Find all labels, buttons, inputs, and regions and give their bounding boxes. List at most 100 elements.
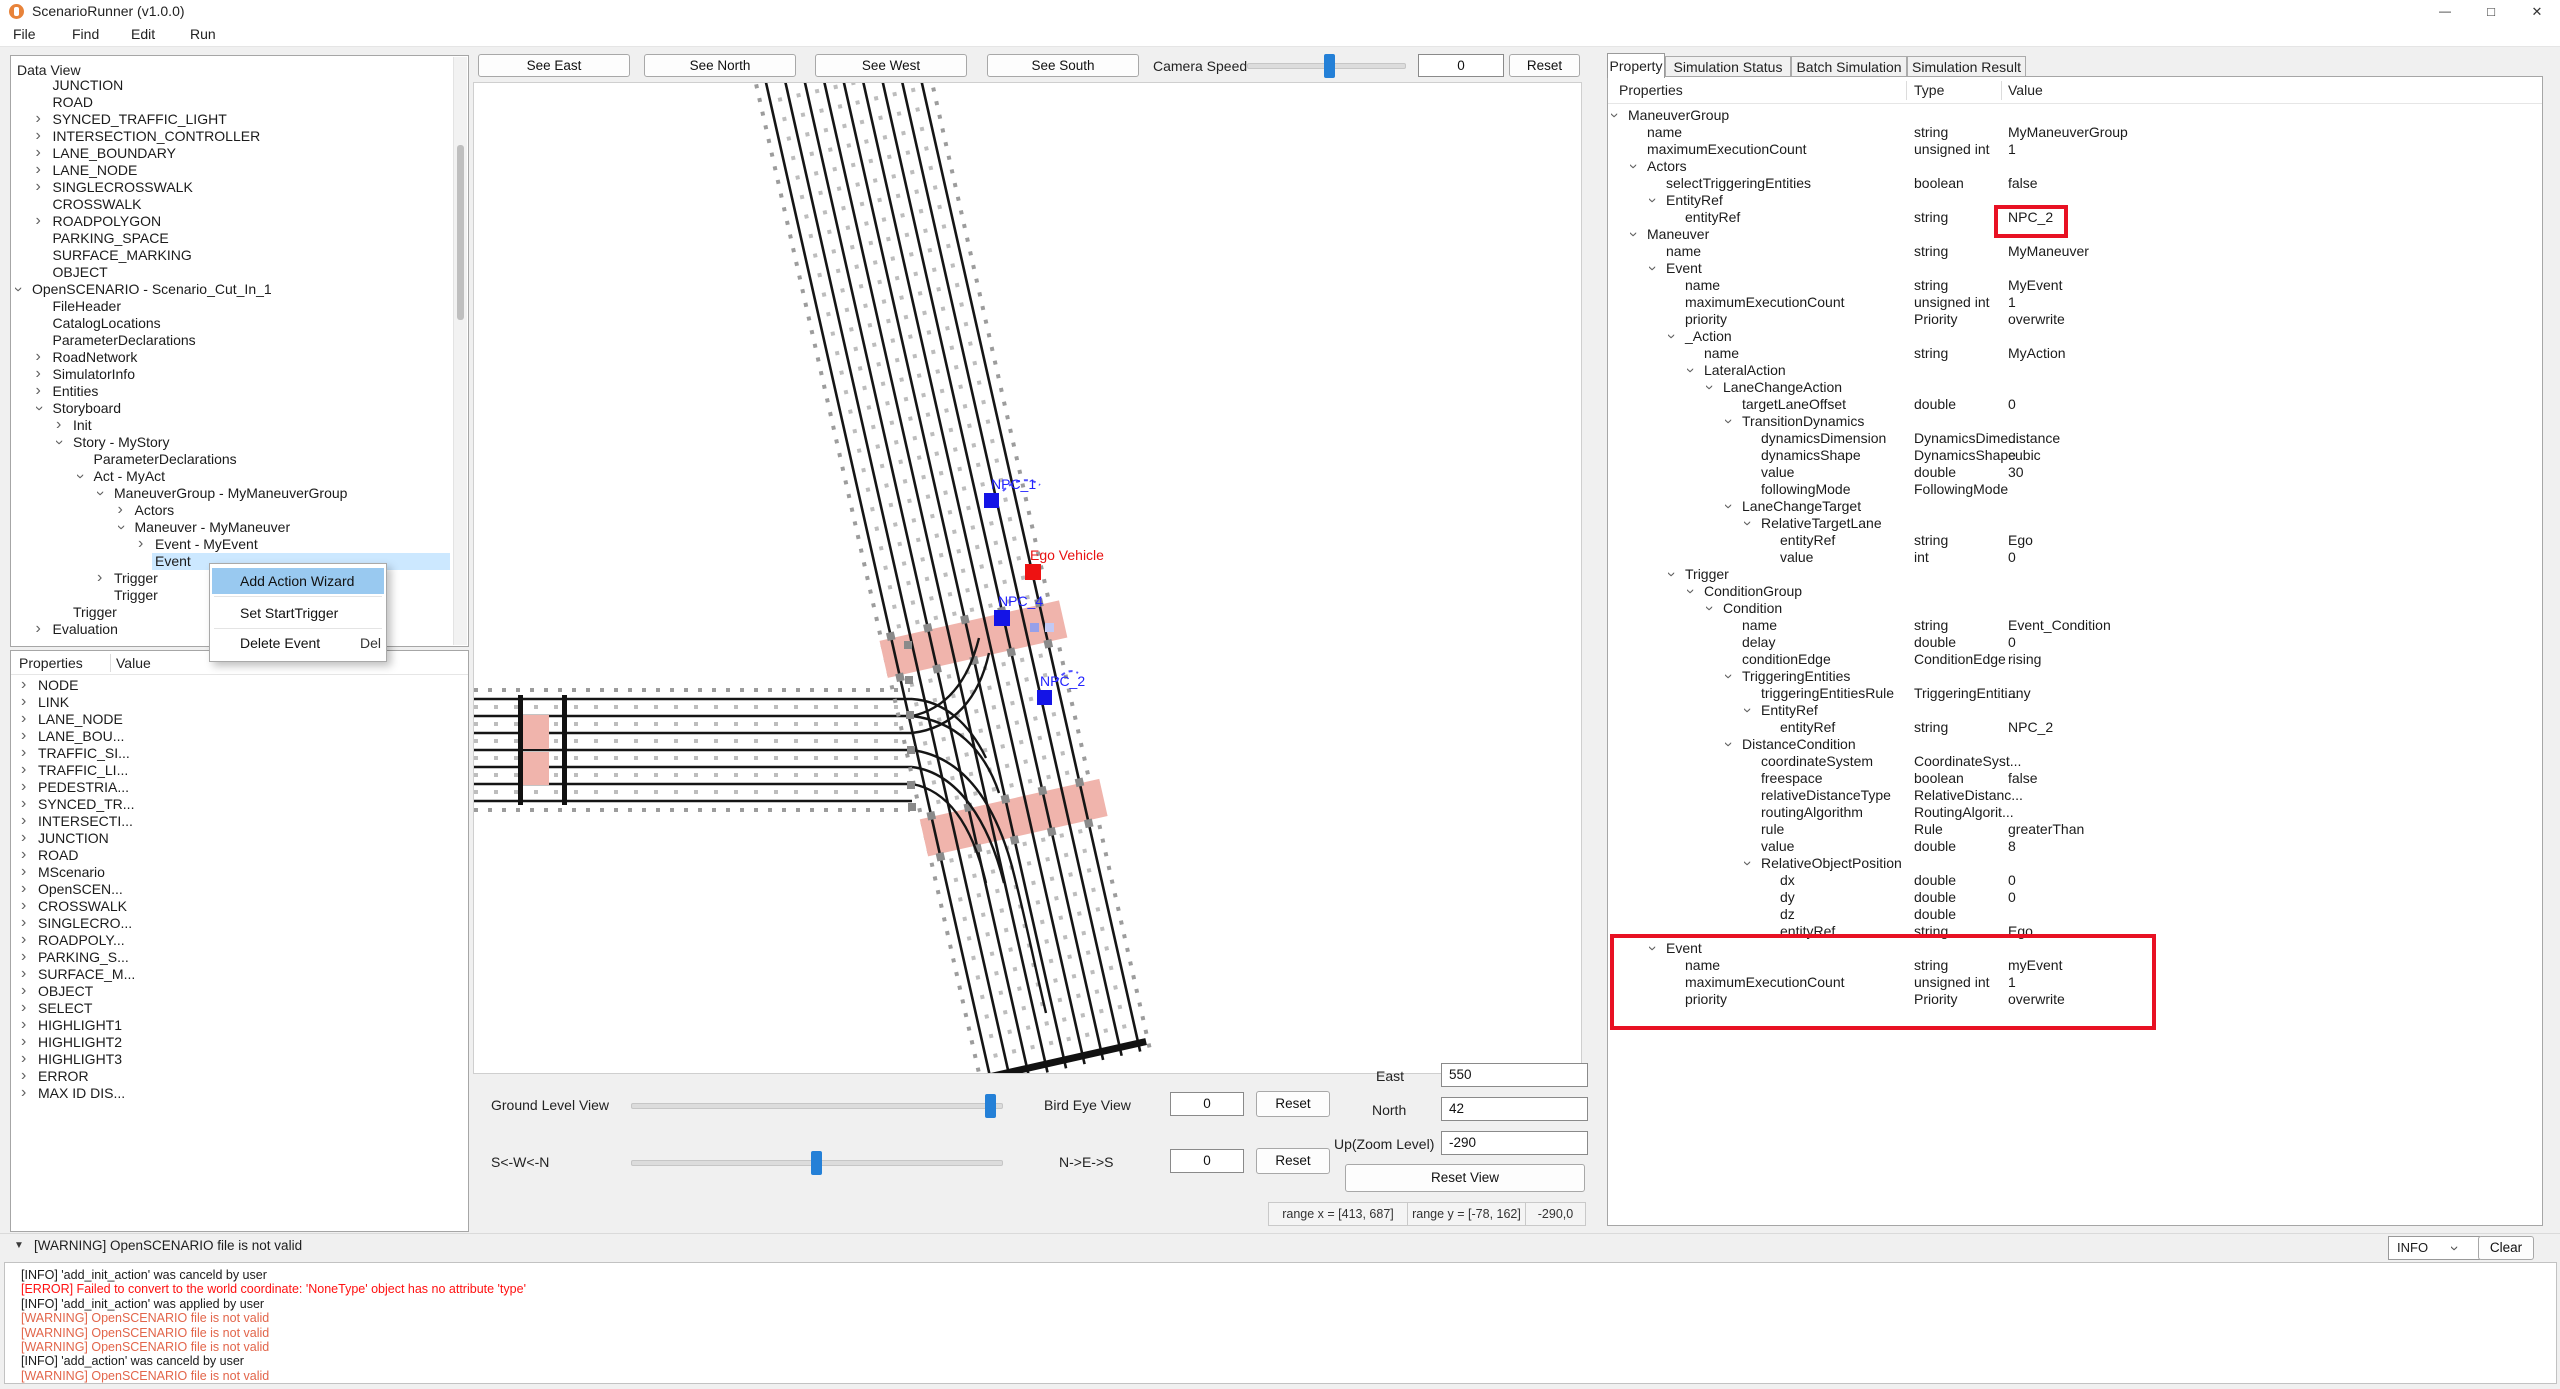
property-row[interactable]: entityRefstringNPC_2 bbox=[1608, 209, 2540, 226]
expand-icon[interactable]: › bbox=[97, 569, 102, 586]
expand-icon[interactable]: › bbox=[21, 1016, 26, 1033]
collapse-icon[interactable]: › bbox=[1644, 198, 1661, 203]
property-row[interactable]: ruleRulegreaterThan bbox=[1608, 821, 2540, 838]
east-input[interactable]: 550 bbox=[1441, 1063, 1588, 1087]
vehicle-npc4[interactable] bbox=[994, 610, 1010, 626]
expand-icon[interactable]: › bbox=[21, 897, 26, 914]
expand-icon[interactable]: › bbox=[36, 161, 41, 178]
list-item[interactable]: ›HIGHLIGHT3 bbox=[11, 1051, 466, 1068]
expand-icon[interactable]: › bbox=[36, 110, 41, 127]
property-row[interactable]: ›RelativeObjectPosition bbox=[1608, 855, 2540, 872]
menu-find[interactable]: Find bbox=[72, 26, 99, 42]
tree-item[interactable]: OBJECT bbox=[11, 264, 450, 281]
expand-icon[interactable]: › bbox=[36, 382, 41, 399]
tree-item[interactable]: FileHeader bbox=[11, 298, 450, 315]
property-row[interactable]: namestringMyManeuver bbox=[1608, 243, 2540, 260]
list-item[interactable]: ›SYNCED_TR... bbox=[11, 796, 466, 813]
ground-level-slider-handle[interactable] bbox=[985, 1094, 996, 1118]
expand-icon[interactable]: › bbox=[21, 693, 26, 710]
collapse-icon[interactable]: › bbox=[1606, 113, 1623, 118]
property-row[interactable]: ›TransitionDynamics bbox=[1608, 413, 2540, 430]
nes-input[interactable]: 0 bbox=[1170, 1149, 1244, 1173]
property-row[interactable]: valuedouble30 bbox=[1608, 464, 2540, 481]
property-row[interactable]: ›Trigger bbox=[1608, 566, 2540, 583]
collapse-icon[interactable]: › bbox=[1720, 674, 1737, 679]
expand-icon[interactable]: › bbox=[21, 1067, 26, 1084]
expand-icon[interactable]: › bbox=[36, 144, 41, 161]
expand-icon[interactable]: › bbox=[21, 727, 26, 744]
ground-level-slider[interactable] bbox=[631, 1103, 1003, 1109]
property-row[interactable]: ›ManeuverGroup bbox=[1608, 107, 2540, 124]
property-row[interactable]: ›ConditionGroup bbox=[1608, 583, 2540, 600]
tree-item[interactable]: CROSSWALK bbox=[11, 196, 450, 213]
collapse-icon[interactable]: › bbox=[51, 440, 68, 445]
expand-icon[interactable]: › bbox=[21, 1050, 26, 1067]
close-button[interactable]: ✕ bbox=[2514, 0, 2560, 23]
bird-eye-input[interactable]: 0 bbox=[1170, 1092, 1244, 1116]
menu-run[interactable]: Run bbox=[190, 26, 216, 42]
property-row[interactable]: ›RelativeTargetLane bbox=[1608, 515, 2540, 532]
tree-item[interactable]: ›SYNCED_TRAFFIC_LIGHT bbox=[11, 111, 450, 128]
expand-icon[interactable]: › bbox=[21, 931, 26, 948]
property-row[interactable]: ›_Action bbox=[1608, 328, 2540, 345]
clear-log-button[interactable]: Clear bbox=[2478, 1236, 2534, 1260]
bird-eye-reset-button[interactable]: Reset bbox=[1256, 1091, 1330, 1117]
tab-property[interactable]: Property bbox=[1607, 53, 1665, 78]
property-row[interactable]: namestringMyManeuverGroup bbox=[1608, 124, 2540, 141]
property-row[interactable]: maximumExecutionCountunsigned int1 bbox=[1608, 141, 2540, 158]
reset-view-button[interactable]: Reset View bbox=[1345, 1164, 1585, 1192]
property-row[interactable]: followingModeFollowingMode bbox=[1608, 481, 2540, 498]
tree-item[interactable]: SURFACE_MARKING bbox=[11, 247, 450, 264]
minimize-button[interactable]: — bbox=[2422, 0, 2468, 23]
property-row[interactable]: maximumExecutionCountunsigned int1 bbox=[1608, 294, 2540, 311]
property-row[interactable]: ›LaneChangeTarget bbox=[1608, 498, 2540, 515]
collapse-icon[interactable]: › bbox=[1625, 164, 1642, 169]
collapse-icon[interactable]: › bbox=[1644, 266, 1661, 271]
collapse-icon[interactable]: › bbox=[1720, 419, 1737, 424]
property-row[interactable]: targetLaneOffsetdouble0 bbox=[1608, 396, 2540, 413]
list-item[interactable]: ›LANE_NODE bbox=[11, 711, 466, 728]
property-row[interactable]: ›Actors bbox=[1608, 158, 2540, 175]
expand-icon[interactable]: › bbox=[21, 863, 26, 880]
property-row[interactable]: dynamicsDimensionDynamicsDime...distance bbox=[1608, 430, 2540, 447]
tree-item[interactable]: ParameterDeclarations bbox=[11, 451, 450, 468]
property-row[interactable]: priorityPriorityoverwrite bbox=[1608, 311, 2540, 328]
property-row[interactable]: ›Condition bbox=[1608, 600, 2540, 617]
expand-icon[interactable]: › bbox=[36, 365, 41, 382]
log-output[interactable]: [INFO] 'add_init_action' was canceld by … bbox=[4, 1262, 2557, 1384]
property-row[interactable]: conditionEdgeConditionEdgerising bbox=[1608, 651, 2540, 668]
camera-speed-input[interactable]: 0 bbox=[1418, 54, 1504, 77]
list-item[interactable]: ›HIGHLIGHT1 bbox=[11, 1017, 466, 1034]
expand-icon[interactable]: › bbox=[21, 710, 26, 727]
expand-icon[interactable]: › bbox=[21, 676, 26, 693]
expand-icon[interactable]: › bbox=[21, 778, 26, 795]
property-row[interactable]: relativeDistanceTypeRelativeDistanc... bbox=[1608, 787, 2540, 804]
collapse-icon[interactable]: › bbox=[1682, 368, 1699, 373]
expand-icon[interactable]: › bbox=[36, 178, 41, 195]
property-row[interactable]: namestringEvent_Condition bbox=[1608, 617, 2540, 634]
collapse-icon[interactable]: › bbox=[1739, 861, 1756, 866]
property-row[interactable]: ›DistanceCondition bbox=[1608, 736, 2540, 753]
menu-file[interactable]: File bbox=[13, 26, 36, 42]
property-row[interactable]: ›EntityRef bbox=[1608, 702, 2540, 719]
menu-edit[interactable]: Edit bbox=[131, 26, 155, 42]
property-row[interactable]: namestringMyAction bbox=[1608, 345, 2540, 362]
nes-reset-button[interactable]: Reset bbox=[1256, 1148, 1330, 1174]
tree-item[interactable]: ›Storyboard bbox=[11, 400, 450, 417]
list-item[interactable]: ›JUNCTION bbox=[11, 830, 466, 847]
expand-icon[interactable]: › bbox=[21, 744, 26, 761]
tree-item[interactable]: PARKING_SPACE bbox=[11, 230, 450, 247]
collapse-icon[interactable]: › bbox=[1682, 589, 1699, 594]
tree-item[interactable]: ›INTERSECTION_CONTROLLER bbox=[11, 128, 450, 145]
menu-item-delete-event[interactable]: Delete EventDel bbox=[212, 630, 384, 656]
expand-icon[interactable]: › bbox=[21, 965, 26, 982]
camera-reset-button[interactable]: Reset bbox=[1509, 54, 1580, 77]
tree-item[interactable]: ParameterDeclarations bbox=[11, 332, 450, 349]
list-item[interactable]: ›TRAFFIC_SI... bbox=[11, 745, 466, 762]
tree-item[interactable]: CatalogLocations bbox=[11, 315, 450, 332]
list-item[interactable]: ›HIGHLIGHT2 bbox=[11, 1034, 466, 1051]
tree-item[interactable]: ›Entities bbox=[11, 383, 450, 400]
camera-speed-slider[interactable] bbox=[1247, 63, 1406, 69]
view-button-see-west[interactable]: See West bbox=[815, 54, 967, 77]
tree-item[interactable]: ›RoadNetwork bbox=[11, 349, 450, 366]
